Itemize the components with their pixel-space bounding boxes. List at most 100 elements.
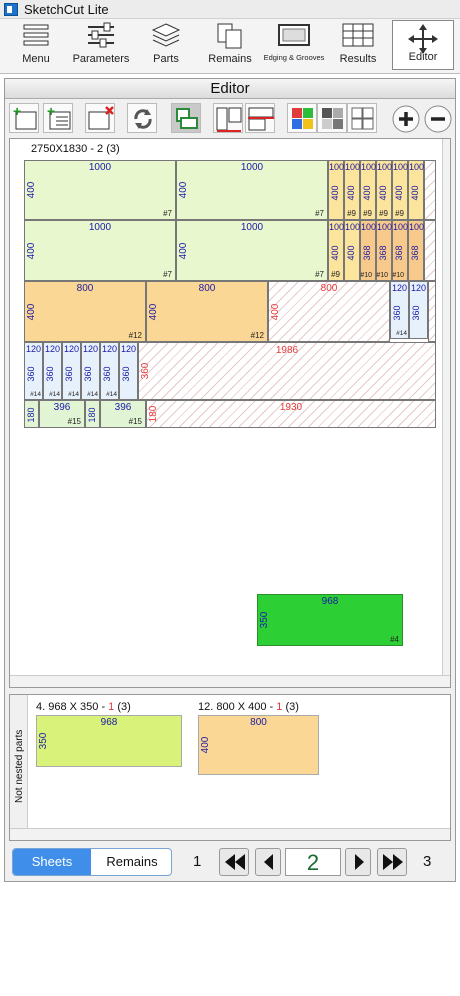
not-nested-part-12[interactable]: 800 400 — [198, 715, 319, 775]
part-14[interactable]: 120 360 #14 — [100, 342, 119, 400]
sheet-canvas[interactable]: 2750X1830 - 2 (3) 1000 400 #7 1000 400 #… — [9, 138, 451, 688]
prev-page-button[interactable] — [255, 848, 281, 876]
part-height-label: 350 — [38, 732, 49, 750]
title-bar: SketchCut Lite — [0, 0, 460, 19]
part-width-label: 396 — [53, 402, 71, 413]
part-14[interactable]: 120 360 #14 — [43, 342, 62, 400]
part-9[interactable]: 100 400 #9 — [360, 160, 376, 220]
part-15-rotated[interactable]: 180 — [85, 400, 100, 428]
part-15-rotated[interactable]: 180 — [24, 400, 39, 428]
part-14[interactable]: 120 360 #14 — [81, 342, 100, 400]
toolbar-menu-button[interactable]: Menu — [6, 19, 66, 71]
color-grid-icon — [292, 108, 313, 129]
toolbar-edging-button[interactable]: Edging & Grooves — [262, 19, 326, 71]
add-sheet-button[interactable]: + — [9, 103, 39, 133]
toolbar-results-button[interactable]: Results — [328, 19, 388, 71]
double-right-icon — [383, 854, 403, 870]
zoom-in-button[interactable] — [391, 104, 421, 139]
part-9[interactable]: 100 400 — [408, 160, 424, 220]
part-14[interactable]: 120 360 #14 — [24, 342, 43, 400]
align-vertical-button[interactable] — [213, 103, 243, 133]
part-id-label: #14 — [68, 391, 79, 398]
part-12[interactable]: 800 400 #12 — [146, 281, 268, 342]
delete-sheet-icon — [88, 106, 114, 130]
next-page-button[interactable] — [345, 848, 371, 876]
part-height-label: 180 — [87, 407, 97, 423]
part-9[interactable]: 100 400 — [328, 160, 344, 220]
not-nested-part-4[interactable]: 968 350 — [36, 715, 182, 767]
part-id-label: #7 — [315, 270, 324, 279]
part-14[interactable]: 120 360 — [119, 342, 138, 400]
part-15[interactable]: 396 #15 — [100, 400, 146, 428]
part-9[interactable]: 100 400 #9 — [328, 220, 344, 281]
not-nested-panel: Not nested parts 4. 968 X 350 - 1 (3) 96… — [9, 694, 451, 841]
toolbar-editor-button[interactable]: Editor — [392, 20, 454, 70]
not-nested-card[interactable]: 4. 968 X 350 - 1 (3) 968 350 — [36, 701, 182, 767]
delete-sheet-button[interactable] — [85, 103, 115, 133]
add-list-icon: + — [47, 104, 71, 130]
part-7[interactable]: 1000 400 #7 — [24, 220, 176, 281]
color-mode-button[interactable] — [287, 103, 317, 133]
part-10[interactable]: 100 368 #10 — [392, 220, 408, 281]
toolbar-parts-label: Parts — [153, 53, 179, 65]
toolbar-parts-button[interactable]: Parts — [136, 19, 196, 71]
part-id-label: #4 — [390, 635, 399, 644]
part-height-label: 400 — [200, 736, 211, 754]
arrange-button[interactable] — [171, 103, 201, 133]
part-10[interactable]: 100 368 — [408, 220, 424, 281]
part-width-label: 120 — [101, 344, 118, 354]
part-10[interactable]: 100 368 #10 — [360, 220, 376, 281]
gray-mode-button[interactable] — [317, 103, 347, 133]
current-page[interactable]: 2 — [285, 848, 341, 876]
part-14[interactable]: 120 360 #14 — [62, 342, 81, 400]
add-sheet-icon: + — [13, 104, 37, 130]
part-9[interactable]: 100 400 #9 — [376, 160, 392, 220]
table-icon — [342, 23, 374, 47]
part-9[interactable]: 100 400 #9 — [392, 160, 408, 220]
tab-remains[interactable]: Remains — [91, 849, 171, 875]
part-7[interactable]: 1000 400 #7 — [176, 220, 328, 281]
toolbar-remains-label: Remains — [208, 53, 252, 65]
part-height-label: 400 — [346, 245, 356, 261]
zoom-in-icon — [392, 105, 420, 133]
part-height-label: 400 — [26, 181, 37, 199]
part-height-label: 400 — [394, 185, 404, 201]
part-7[interactable]: 1000 400 #7 — [24, 160, 176, 220]
toolbar-parameters-button[interactable]: Parameters — [70, 19, 132, 71]
vertical-scrollbar[interactable] — [442, 139, 450, 687]
part-height-label: 360 — [83, 366, 93, 382]
part-12[interactable]: 800 400 #12 — [24, 281, 146, 342]
part-width-label: 120 — [391, 283, 408, 293]
part-9[interactable]: 100 400 #9 — [344, 160, 360, 220]
editor-panel: Editor + + 2750X1830 - 2 (3) 1000 400 #7… — [4, 78, 456, 882]
part-15[interactable]: 396 #15 — [39, 400, 85, 428]
tab-sheets[interactable]: Sheets — [13, 849, 91, 875]
part-7[interactable]: 1000 400 #7 — [176, 160, 328, 220]
horizontal-scrollbar[interactable] — [10, 675, 450, 687]
part-id-label: #14 — [49, 391, 60, 398]
not-nested-card[interactable]: 12. 800 X 400 - 1 (3) 800 400 — [198, 701, 319, 775]
first-page-button[interactable] — [219, 848, 249, 876]
part-9[interactable]: 100 400 — [344, 220, 360, 281]
part-height-label: 400 — [178, 242, 189, 259]
part-14[interactable]: 120 360 #14 — [390, 281, 409, 339]
zoom-out-button[interactable] — [423, 104, 453, 139]
toolbar-remains-button[interactable]: Remains — [200, 19, 260, 71]
add-list-button[interactable]: + — [43, 103, 73, 133]
part-width-label: 100 — [361, 162, 377, 172]
part-width-label: 100 — [329, 162, 345, 172]
toolbar-results-label: Results — [339, 53, 377, 65]
part-height-label: 368 — [410, 245, 420, 261]
rotate-button[interactable] — [127, 103, 157, 133]
part-14[interactable]: 120 360 — [409, 281, 428, 339]
outline-mode-button[interactable] — [347, 103, 377, 133]
part-4-floating[interactable]: 968 350 #4 — [257, 594, 403, 646]
view-segmented-control: Sheets Remains — [12, 848, 172, 876]
align-horizontal-button[interactable] — [245, 103, 275, 133]
part-10[interactable]: 100 368 #10 — [376, 220, 392, 281]
last-page-button[interactable] — [377, 848, 407, 876]
part-id-label: #12 — [128, 331, 142, 340]
part-width-label: 120 — [410, 283, 427, 293]
not-nested-scrollbar[interactable] — [10, 828, 450, 840]
align-horizontal-icon — [248, 107, 274, 131]
